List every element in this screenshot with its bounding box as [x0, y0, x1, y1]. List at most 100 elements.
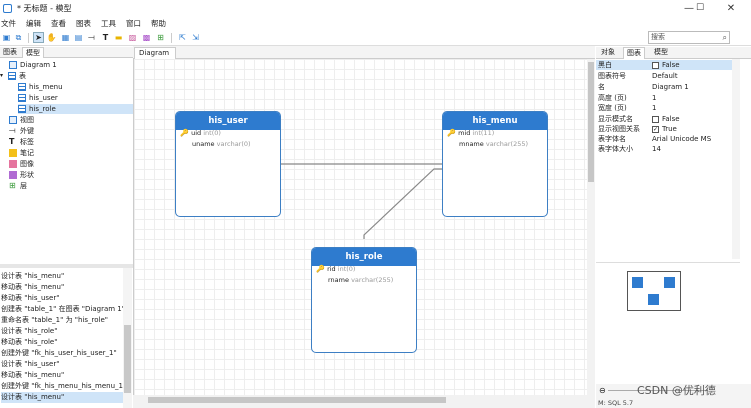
- property-row[interactable]: 黑白 False: [596, 60, 732, 70]
- tab-model-props[interactable]: 模型: [651, 47, 671, 59]
- tree-item-views[interactable]: 视图: [9, 115, 34, 125]
- field-row[interactable]: 🔑 rid int(0): [316, 264, 355, 275]
- property-row[interactable]: 高度 (页) 1: [596, 93, 732, 103]
- checkbox-checked[interactable]: ✓: [652, 125, 659, 133]
- field-row[interactable]: uname varchar(0): [192, 139, 251, 150]
- property-name: 黑白: [598, 61, 612, 69]
- menu-view[interactable]: 查看: [51, 18, 76, 29]
- log-entry[interactable]: 创建外键 "fk_his_user_his_user_1": [1, 348, 123, 359]
- tree-item-label: 图像: [20, 160, 34, 168]
- distribute-icon[interactable]: ⇲: [190, 32, 201, 43]
- print-icon[interactable]: ⧉: [13, 32, 24, 43]
- image-icon[interactable]: ▨: [127, 32, 138, 43]
- log-entry[interactable]: 设计表 "his_menu": [1, 271, 123, 282]
- menu-window[interactable]: 窗口: [126, 18, 151, 29]
- log-entry[interactable]: 重命名表 "table_1" 为 "his_role": [1, 315, 123, 326]
- field-row[interactable]: 🔑 mid int(11): [447, 128, 494, 139]
- save-icon[interactable]: ▣: [1, 32, 12, 43]
- menu-diagram[interactable]: 图表: [76, 18, 101, 29]
- table-his-role[interactable]: his_role 🔑 rid int(0) rname varchar(255): [311, 247, 417, 353]
- search-input[interactable]: 搜索 ⌕: [648, 31, 730, 44]
- property-value: Diagram 1: [652, 83, 689, 91]
- log-entry[interactable]: 移动表 "his_user": [1, 293, 123, 304]
- layer-icon[interactable]: ⊞: [155, 32, 166, 43]
- tab-model[interactable]: 模型: [22, 47, 44, 58]
- search-icon[interactable]: ⌕: [723, 32, 727, 43]
- menu-help[interactable]: 帮助: [151, 18, 176, 29]
- pointer-icon[interactable]: ➤: [33, 32, 44, 43]
- tab-objects[interactable]: 对象: [598, 47, 618, 59]
- tab-diagram-props[interactable]: 图表: [623, 47, 645, 59]
- canvas-vertical-scroll-thumb[interactable]: [588, 62, 594, 182]
- watermark: CSDN @优利德: [637, 384, 716, 397]
- tree-item-layers[interactable]: ⊞ 层: [9, 181, 27, 191]
- tree-item-labels[interactable]: T 标签: [9, 137, 34, 147]
- new-table-icon[interactable]: ▦: [60, 32, 71, 43]
- log-entry[interactable]: 设计表 "his_user": [1, 359, 123, 370]
- zoom-out-icon[interactable]: ⊖: [599, 386, 606, 395]
- menu-tools[interactable]: 工具: [101, 18, 126, 29]
- new-view-icon[interactable]: ▤: [73, 32, 84, 43]
- tab-diagram-1[interactable]: Diagram 1: [134, 47, 176, 68]
- history-log: 设计表 "his_menu" 移动表 "his_menu" 移动表 "his_u…: [0, 268, 133, 408]
- shape-icon[interactable]: ▩: [141, 32, 152, 43]
- log-entry[interactable]: 移动表 "his_menu": [1, 370, 123, 381]
- menu-file[interactable]: 文件: [0, 18, 26, 29]
- table-his-menu[interactable]: his_menu 🔑 mid int(11) mname varchar(255…: [442, 111, 548, 217]
- log-scrollbar-thumb[interactable]: [124, 325, 131, 393]
- checkbox-unchecked[interactable]: [652, 61, 659, 69]
- menu-edit[interactable]: 编辑: [26, 18, 51, 29]
- properties-scrollbar[interactable]: [732, 59, 740, 259]
- property-row[interactable]: 宽度 (页) 1: [596, 103, 732, 113]
- checkbox-unchecked[interactable]: [652, 115, 659, 123]
- properties-panel: 黑白 False 图表符号 Default 名 Diagram 1 高度 (页)…: [596, 59, 732, 259]
- hand-icon[interactable]: ✋: [46, 32, 57, 43]
- log-entry[interactable]: 创建表 "table_1" 在图表 "Diagram 1": [1, 304, 123, 315]
- property-row[interactable]: 显示视图关系 ✓ True: [596, 124, 732, 134]
- close-button[interactable]: ✕: [711, 0, 751, 17]
- expand-arrow-icon[interactable]: ▾: [0, 71, 8, 81]
- property-row[interactable]: 显示模式名 False: [596, 114, 732, 124]
- log-entry[interactable]: 移动表 "his_role": [1, 337, 123, 348]
- primary-key-icon: 🔑: [180, 129, 189, 137]
- tree-item-table[interactable]: his_user: [18, 93, 133, 103]
- diagram-minimap[interactable]: [627, 271, 681, 311]
- tree-item-diagram[interactable]: Diagram 1: [9, 60, 57, 70]
- tree-item-shapes[interactable]: 形状: [9, 170, 34, 180]
- relation-line-role-menu[interactable]: [363, 168, 442, 239]
- align-icon[interactable]: ⇱: [177, 32, 188, 43]
- tree-item-foreign-keys[interactable]: ⟞ 外键: [9, 126, 34, 136]
- property-name: 表字体名: [598, 135, 626, 143]
- property-row[interactable]: 名 Diagram 1: [596, 82, 732, 92]
- property-name: 宽度 (页): [598, 104, 627, 112]
- tree-item-images[interactable]: 图像: [9, 159, 34, 169]
- field-row[interactable]: mname varchar(255): [459, 139, 528, 150]
- log-entry[interactable]: 创建外键 "fk_his_menu_his_menu_1": [1, 381, 123, 392]
- tree-item-tables[interactable]: ▾ 表: [0, 71, 26, 81]
- property-row[interactable]: 表字体名 Arial Unicode MS: [596, 134, 732, 144]
- canvas-horizontal-scroll-thumb[interactable]: [148, 397, 446, 403]
- field-row[interactable]: rname varchar(255): [328, 275, 393, 286]
- log-entry[interactable]: 设计表 "his_menu": [1, 392, 123, 403]
- field-row[interactable]: 🔑 uid int(0): [180, 128, 221, 139]
- log-entry[interactable]: 移动表 "his_menu": [1, 282, 123, 293]
- image-icon: [9, 160, 17, 168]
- diagram-canvas[interactable]: his_user 🔑 uid int(0) uname varchar(0) h…: [133, 59, 587, 395]
- note-icon[interactable]: ▬: [113, 32, 124, 43]
- property-value: 14: [652, 145, 661, 153]
- label-icon[interactable]: T: [100, 32, 111, 43]
- property-row[interactable]: 图表符号 Default: [596, 71, 732, 81]
- log-entry[interactable]: 设计表 "his_role": [1, 326, 123, 337]
- property-row[interactable]: 表字体大小 14: [596, 144, 732, 154]
- primary-key-icon: 🔑: [316, 265, 325, 273]
- minimap-table: [648, 294, 659, 305]
- right-panel-tabs: 对象 图表 模型: [596, 47, 751, 59]
- tab-diagram[interactable]: 图表: [0, 47, 20, 58]
- foreign-key-icon[interactable]: ⟞: [86, 32, 97, 43]
- tree-item-notes[interactable]: 笔记: [9, 148, 34, 158]
- tree-item-table[interactable]: his_menu: [18, 82, 133, 92]
- property-value: Arial Unicode MS: [652, 135, 712, 143]
- tree-item-table[interactable]: his_role: [18, 104, 133, 114]
- table-his-user[interactable]: his_user 🔑 uid int(0) uname varchar(0): [175, 111, 281, 217]
- window-title: * 无标题 - 模型: [17, 4, 72, 13]
